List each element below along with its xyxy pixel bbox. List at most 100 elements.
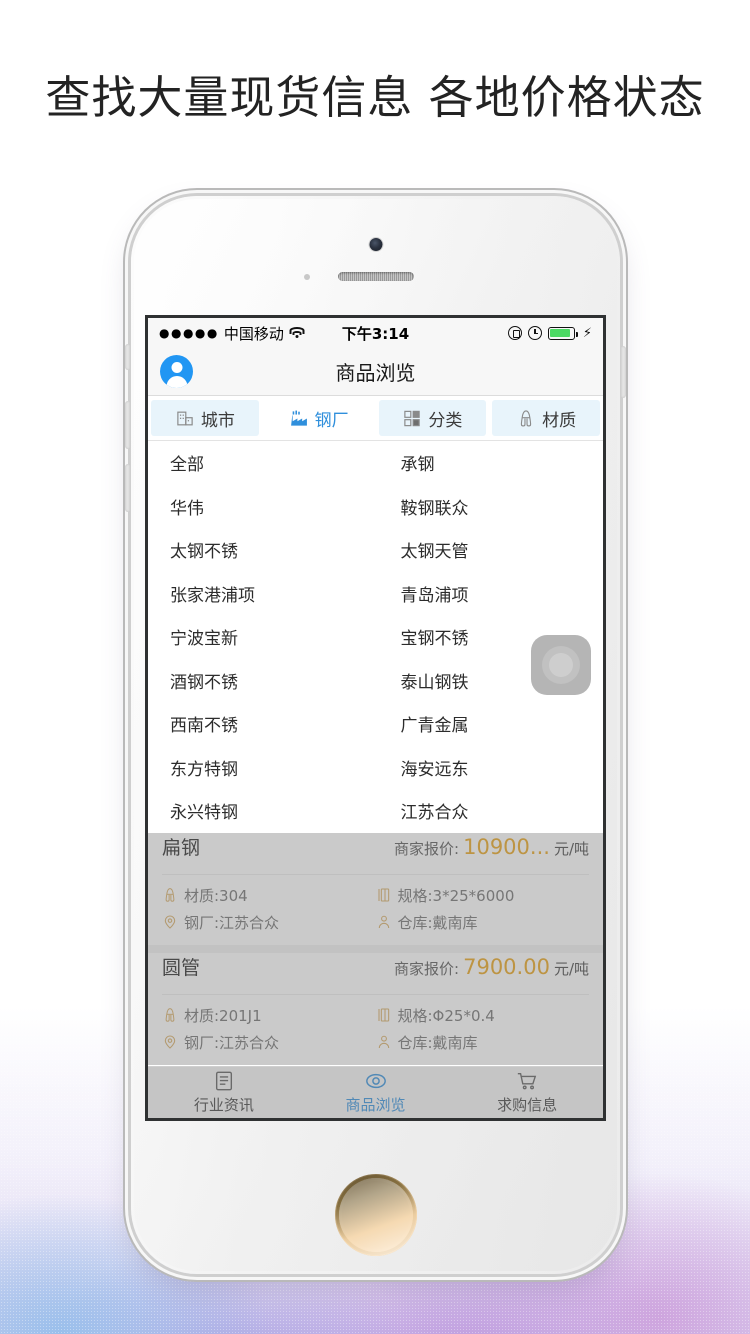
assistive-touch-icon[interactable] bbox=[531, 635, 591, 695]
person-icon bbox=[378, 915, 389, 929]
steelmill-dropdown-list: 全部 承钢 华伟 鞍钢联众 太钢不锈 太钢天管 张家港浦项 青岛浦项 宁波宝新 … bbox=[148, 441, 603, 833]
dropdown-option[interactable]: 酒钢不锈 bbox=[148, 659, 373, 703]
dropdown-option[interactable]: 广青金属 bbox=[373, 702, 604, 746]
front-camera-icon bbox=[369, 238, 382, 251]
product-spec-label: 规格:3*25*6000 bbox=[397, 886, 515, 905]
dropdown-option[interactable]: 江苏合众 bbox=[373, 789, 604, 833]
dropdown-option[interactable]: 海安远东 bbox=[373, 746, 604, 790]
shopping-cart-icon bbox=[518, 1072, 537, 1090]
price-unit: 元/吨 bbox=[553, 839, 589, 858]
assistive-ring-inner bbox=[549, 653, 573, 677]
product-warehouse: 仓库:戴南库 bbox=[376, 1029, 590, 1056]
dropdown-option[interactable]: 承钢 bbox=[373, 441, 604, 485]
product-spec-label: 规格:Φ25*0.4 bbox=[397, 1006, 495, 1025]
tab-product-browse[interactable]: 商品浏览 bbox=[300, 1070, 452, 1115]
tab-product-browse-label: 商品浏览 bbox=[345, 1096, 406, 1114]
tab-industry-news[interactable]: 行业资讯 bbox=[148, 1070, 300, 1115]
volume-up-button bbox=[125, 401, 130, 449]
product-material: 材质:304 bbox=[162, 882, 376, 909]
dropdown-option[interactable]: 东方特钢 bbox=[148, 746, 373, 790]
signal-strength-icon: ●●●●● bbox=[159, 326, 219, 340]
dropdown-row: 全部 承钢 bbox=[148, 441, 603, 485]
filter-tab-city-label: 城市 bbox=[200, 410, 235, 431]
product-list: 扁钢 商家报价: 10900... 元/吨 材质:304 规格:3*25*600… bbox=[148, 832, 603, 1065]
product-mill-label: 钢厂:江苏合众 bbox=[184, 913, 280, 932]
product-mill: 钢厂:江苏合众 bbox=[162, 909, 376, 936]
filter-tab-material[interactable]: 材质 bbox=[492, 400, 600, 436]
product-card[interactable]: 扁钢 商家报价: 10900... 元/吨 材质:304 规格:3*25*600… bbox=[148, 832, 603, 945]
user-avatar-icon[interactable] bbox=[160, 355, 193, 388]
dropdown-option[interactable]: 太钢天管 bbox=[373, 528, 604, 572]
product-meta-row: 钢厂:江苏合众 仓库:戴南库 bbox=[162, 909, 589, 936]
product-price-block: 商家报价: 7900.00 元/吨 bbox=[394, 955, 589, 979]
product-warehouse: 仓库:戴南库 bbox=[376, 909, 590, 936]
dropdown-row: 华伟 鞍钢联众 bbox=[148, 485, 603, 529]
status-bar-left: ●●●●● 中国移动 bbox=[159, 323, 305, 344]
dropdown-option[interactable]: 太钢不锈 bbox=[148, 528, 373, 572]
status-bar-right: ⚡ bbox=[507, 326, 592, 341]
product-title: 扁钢 bbox=[162, 836, 201, 859]
grid-category-icon bbox=[404, 410, 421, 426]
product-warehouse-label: 仓库:戴南库 bbox=[397, 1033, 478, 1052]
product-meta-row: 材质:201J1 规格:Φ25*0.4 bbox=[162, 1002, 589, 1029]
carrier-label: 中国移动 bbox=[223, 324, 284, 343]
dropdown-option[interactable]: 宁波宝新 bbox=[148, 615, 373, 659]
dropdown-row: 张家港浦项 青岛浦项 bbox=[148, 572, 603, 616]
dropdown-row: 西南不锈 广青金属 bbox=[148, 702, 603, 746]
dropdown-option[interactable]: 华伟 bbox=[148, 485, 373, 529]
filter-tab-steelmill-label: 钢厂 bbox=[314, 410, 349, 431]
status-bar: ●●●●● 中国移动 下午3:14 ⚡ bbox=[148, 318, 603, 348]
tab-industry-news-label: 行业资讯 bbox=[193, 1096, 254, 1114]
phone-screen: ●●●●● 中国移动 下午3:14 ⚡ 商品浏览 城市 钢厂 分类 材质 全部 … bbox=[148, 318, 603, 1118]
tab-purchase-info-label: 求购信息 bbox=[497, 1096, 558, 1114]
product-warehouse-label: 仓库:戴南库 bbox=[397, 913, 478, 932]
factory-icon bbox=[290, 410, 307, 426]
proximity-sensor-icon bbox=[303, 274, 310, 280]
location-pin-icon bbox=[164, 1035, 176, 1049]
product-meta-row: 钢厂:江苏合众 仓库:戴南库 bbox=[162, 1029, 589, 1056]
tab-purchase-info[interactable]: 求购信息 bbox=[451, 1070, 603, 1115]
price-unit: 元/吨 bbox=[553, 959, 589, 978]
dropdown-option[interactable]: 永兴特钢 bbox=[148, 789, 373, 833]
earpiece-speaker bbox=[337, 272, 414, 281]
material-icon bbox=[165, 888, 175, 902]
product-meta: 材质:201J1 规格:Φ25*0.4 钢厂:江苏合众 仓库:戴南库 bbox=[162, 995, 589, 1065]
filter-tab-category-label: 分类 bbox=[428, 410, 463, 431]
wifi-icon bbox=[289, 327, 305, 339]
price-value: 10900... bbox=[463, 834, 550, 859]
dropdown-option[interactable]: 张家港浦项 bbox=[148, 572, 373, 616]
eye-browse-icon bbox=[365, 1073, 386, 1089]
product-card-header: 圆管 商家报价: 7900.00 元/吨 bbox=[162, 953, 589, 995]
product-title: 圆管 bbox=[162, 956, 201, 979]
material-icon bbox=[165, 1008, 175, 1022]
dropdown-row: 东方特钢 海安远东 bbox=[148, 746, 603, 790]
filter-tab-bar: 城市 钢厂 分类 材质 bbox=[148, 396, 603, 440]
material-icon bbox=[520, 409, 532, 426]
product-material: 材质:201J1 bbox=[162, 1002, 376, 1029]
location-pin-icon bbox=[164, 915, 176, 929]
spec-icon bbox=[377, 888, 389, 902]
bottom-tab-bar: 行业资讯 商品浏览 求购信息 bbox=[148, 1066, 603, 1118]
volume-down-button bbox=[125, 464, 130, 512]
page-title: 商品浏览 bbox=[335, 361, 416, 385]
home-button[interactable] bbox=[334, 1174, 417, 1256]
dropdown-row: 太钢不锈 太钢天管 bbox=[148, 528, 603, 572]
filter-tab-category[interactable]: 分类 bbox=[378, 400, 487, 436]
alarm-clock-icon bbox=[527, 326, 542, 340]
price-label: 商家报价: bbox=[394, 959, 460, 978]
person-icon bbox=[378, 1035, 389, 1049]
dropdown-option[interactable]: 全部 bbox=[148, 441, 373, 485]
spec-icon bbox=[377, 1008, 389, 1022]
price-value: 7900.00 bbox=[463, 954, 550, 979]
product-spec: 规格:3*25*6000 bbox=[376, 882, 590, 909]
price-label: 商家报价: bbox=[394, 839, 460, 858]
card-separator bbox=[148, 944, 603, 953]
dropdown-option[interactable]: 西南不锈 bbox=[148, 702, 373, 746]
product-spec: 规格:Φ25*0.4 bbox=[376, 1002, 590, 1029]
dropdown-option[interactable]: 鞍钢联众 bbox=[373, 485, 604, 529]
dropdown-option[interactable]: 青岛浦项 bbox=[373, 572, 604, 616]
phone-mockup: ●●●●● 中国移动 下午3:14 ⚡ 商品浏览 城市 钢厂 分类 材质 全部 … bbox=[125, 196, 626, 1274]
product-card[interactable]: 圆管 商家报价: 7900.00 元/吨 材质:201J1 规格:Φ25*0.4… bbox=[148, 952, 603, 1065]
filter-tab-steelmill[interactable]: 钢厂 bbox=[264, 396, 373, 440]
filter-tab-city[interactable]: 城市 bbox=[151, 400, 259, 436]
